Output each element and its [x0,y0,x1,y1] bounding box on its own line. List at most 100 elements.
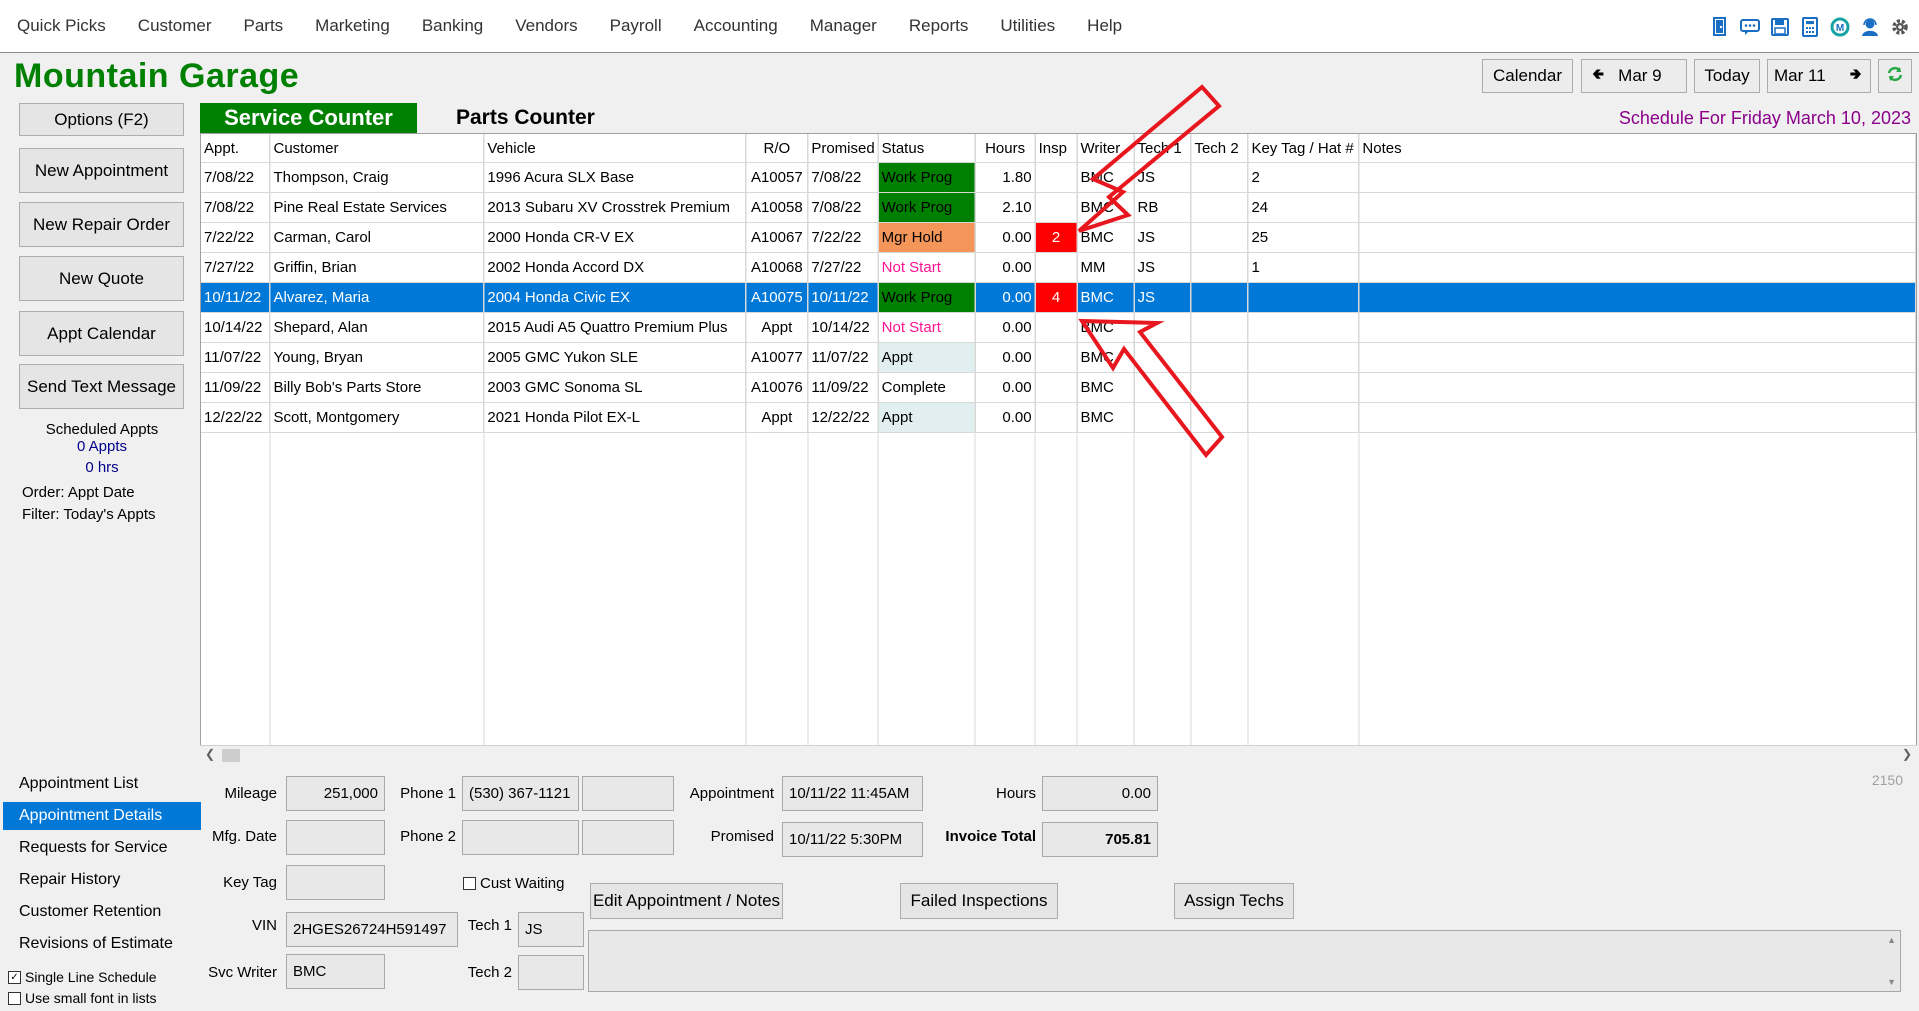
door-icon[interactable] [1709,16,1731,38]
scroll-left-icon[interactable]: ❮ [205,747,215,761]
scroll-thumb[interactable] [222,749,240,762]
phone1-ext-field[interactable] [582,776,674,811]
checkbox-unchecked[interactable] [463,877,476,890]
col-header-tech2[interactable]: Tech 2 [1190,134,1249,163]
notes-scroll-up-icon[interactable]: ▲ [1887,935,1896,945]
cm-logo-icon[interactable]: M [1829,16,1851,38]
col-header-tech1[interactable]: Tech 1 [1134,134,1192,163]
table-row[interactable]: 10/11/22 Alvarez, Maria 2004 Honda Civic E… [201,282,1916,313]
edit-appointment-notes-button[interactable]: Edit Appointment / Notes [590,883,783,919]
col-header-notes[interactable]: Notes [1358,134,1916,163]
new-repair-order-button[interactable]: New Repair Order [19,202,184,247]
today-button[interactable]: Today [1694,59,1760,93]
col-header-appt[interactable]: Appt. [201,134,271,163]
col-header-insp[interactable]: Insp [1035,134,1078,163]
col-header-status[interactable]: Status [878,134,976,163]
gear-icon[interactable] [1889,16,1911,38]
col-header-promised[interactable]: Promised [807,134,879,163]
table-row[interactable]: 10/14/22 Shepard, Alan 2015 Audi A5 Quattr… [201,312,1916,343]
options-button[interactable]: Options (F2) [19,103,184,136]
small-font-checkbox[interactable]: Use small font in lists [8,990,156,1006]
menu-quick-picks[interactable]: Quick Picks [17,16,106,36]
cell-status: Complete [878,372,976,403]
cust-waiting-checkbox[interactable]: Cust Waiting [463,875,564,892]
nav-repair-history[interactable]: Repair History [3,866,201,894]
menu-reports[interactable]: Reports [909,16,969,36]
checkbox-unchecked[interactable] [8,991,21,1005]
send-text-message-button[interactable]: Send Text Message [19,364,184,409]
save-icon[interactable] [1769,16,1791,38]
cell-insp [1035,342,1078,373]
tab-parts-counter[interactable]: Parts Counter [456,106,595,130]
nav-appointment-details[interactable]: Appointment Details [3,802,201,830]
vin-field[interactable]: 2HGES26724H591497 [286,912,458,947]
mfg-date-field[interactable] [286,820,385,855]
nav-customer-retention[interactable]: Customer Retention [3,898,201,926]
menu-help[interactable]: Help [1087,16,1122,36]
horizontal-scrollbar[interactable]: ❮ ❯ [200,745,1917,765]
scroll-right-icon[interactable]: ❯ [1902,747,1912,761]
new-appointment-button[interactable]: New Appointment [19,148,184,193]
nav-revisions-of-estimate[interactable]: Revisions of Estimate [3,930,201,958]
tech2-field[interactable] [518,955,584,990]
prev-day-button[interactable]: 🢀 Mar 9 [1581,59,1687,93]
table-row[interactable]: 7/22/22 Carman, Carol 2000 Honda CR-V EX A1… [201,222,1916,253]
cell-notes [1358,372,1916,403]
next-day-button[interactable]: Mar 11 🢂 [1767,59,1871,93]
promised-field[interactable]: 10/11/22 5:30PM [782,822,923,857]
nav-requests-for-service[interactable]: Requests for Service [3,834,201,862]
support-icon[interactable] [1859,16,1881,38]
table-row[interactable]: 7/27/22 Griffin, Brian 2002 Honda Accord D… [201,252,1916,283]
table-row[interactable]: 11/09/22 Billy Bob's Parts Store 2003 GMC … [201,372,1916,403]
refresh-button[interactable] [1878,59,1912,93]
menu-marketing[interactable]: Marketing [315,16,390,36]
table-row[interactable]: 7/08/22 Pine Real Estate Services 2013 Sub… [201,192,1916,223]
svg-text:M: M [1836,23,1844,34]
menu-banking[interactable]: Banking [422,16,483,36]
cell-tech2 [1190,402,1249,433]
phone1-field[interactable]: (530) 367-1121 [462,776,579,811]
phone2-field[interactable] [462,820,579,855]
appointment-notes-box[interactable]: ▲ ▼ [588,930,1901,992]
col-header-customer[interactable]: Customer [269,134,485,163]
calculator-icon[interactable] [1799,16,1821,38]
cell-writer: MM [1077,252,1135,283]
cell-notes [1358,222,1916,253]
table-row[interactable]: 12/22/22 Scott, Montgomery 2021 Honda Pilo… [201,402,1916,433]
table-row[interactable]: 7/08/22 Thompson, Craig 1996 Acura SLX Bas… [201,162,1916,193]
col-header-vehicle[interactable]: Vehicle [483,134,747,163]
key-tag-field[interactable] [286,865,385,900]
notes-scroll-down-icon[interactable]: ▼ [1887,977,1896,987]
cell-hours: 0.00 [975,402,1036,433]
cell-tech1: RB [1134,192,1192,223]
svc-writer-field[interactable]: BMC [286,954,385,989]
col-header-ro[interactable]: R/O [745,134,809,163]
failed-inspections-button[interactable]: Failed Inspections [900,883,1058,919]
col-header-writer[interactable]: Writer [1077,134,1135,163]
assign-techs-button[interactable]: Assign Techs [1174,883,1294,919]
col-header-key-tag[interactable]: Key Tag / Hat # [1247,134,1360,163]
nav-appointment-list[interactable]: Appointment List [3,770,201,798]
menu-accounting[interactable]: Accounting [694,16,778,36]
cell-ro: Appt [745,312,809,343]
appointment-field[interactable]: 10/11/22 11:45AM [782,776,923,811]
menu-customer[interactable]: Customer [138,16,212,36]
new-quote-button[interactable]: New Quote [19,256,184,301]
single-line-schedule-checkbox[interactable]: ✓ Single Line Schedule [8,969,157,985]
chat-icon[interactable] [1739,16,1761,38]
checkbox-checked[interactable]: ✓ [8,970,21,984]
tab-service-counter[interactable]: Service Counter [200,103,417,133]
menu-utilities[interactable]: Utilities [1000,16,1055,36]
hours-field[interactable]: 0.00 [1042,776,1158,811]
calendar-button[interactable]: Calendar [1482,59,1573,93]
phone2-ext-field[interactable] [582,820,674,855]
menu-manager[interactable]: Manager [810,16,877,36]
col-header-hours[interactable]: Hours [975,134,1036,163]
tech1-field[interactable]: JS [518,912,584,947]
mileage-field[interactable]: 251,000 [286,776,385,811]
menu-parts[interactable]: Parts [243,16,283,36]
menu-vendors[interactable]: Vendors [515,16,577,36]
table-row[interactable]: 11/07/22 Young, Bryan 2005 GMC Yukon SLE A1… [201,342,1916,373]
appt-calendar-button[interactable]: Appt Calendar [19,311,184,356]
menu-payroll[interactable]: Payroll [610,16,662,36]
